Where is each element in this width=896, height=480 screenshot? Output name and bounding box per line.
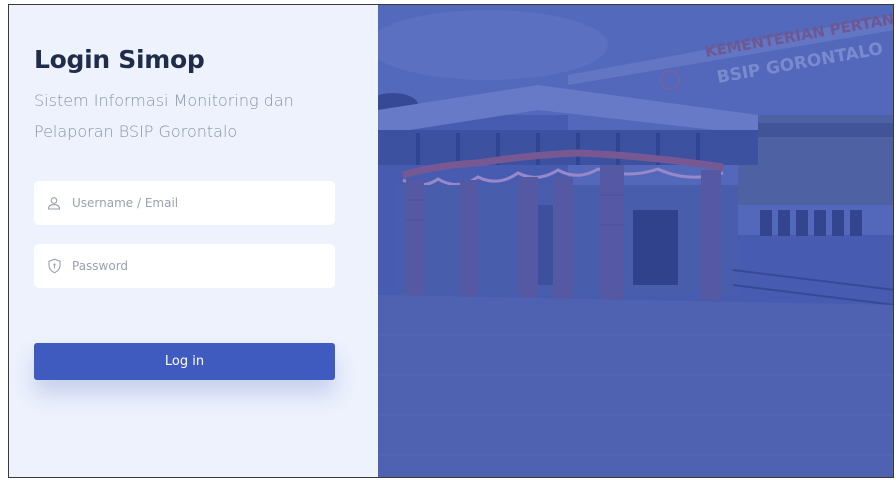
page-subtitle: Sistem Informasi Monitoring dan Pelapora…	[34, 91, 294, 141]
login-button[interactable]: Log in	[34, 343, 335, 380]
username-field[interactable]	[34, 181, 335, 225]
shield-icon	[46, 258, 62, 274]
hero-image: KEMENTERIAN PERTANIAN BSIP GORONTALO	[378, 5, 893, 477]
login-panel: Login Simop Sistem Informasi Monitoring …	[9, 5, 378, 477]
login-page: Login Simop Sistem Informasi Monitoring …	[8, 4, 894, 478]
building-photo: KEMENTERIAN PERTANIAN BSIP GORONTALO	[378, 5, 893, 477]
password-field[interactable]	[34, 244, 335, 288]
user-icon	[46, 195, 62, 211]
page-title: Login Simop	[34, 45, 205, 74]
password-input[interactable]	[70, 258, 324, 274]
username-input[interactable]	[70, 195, 324, 211]
